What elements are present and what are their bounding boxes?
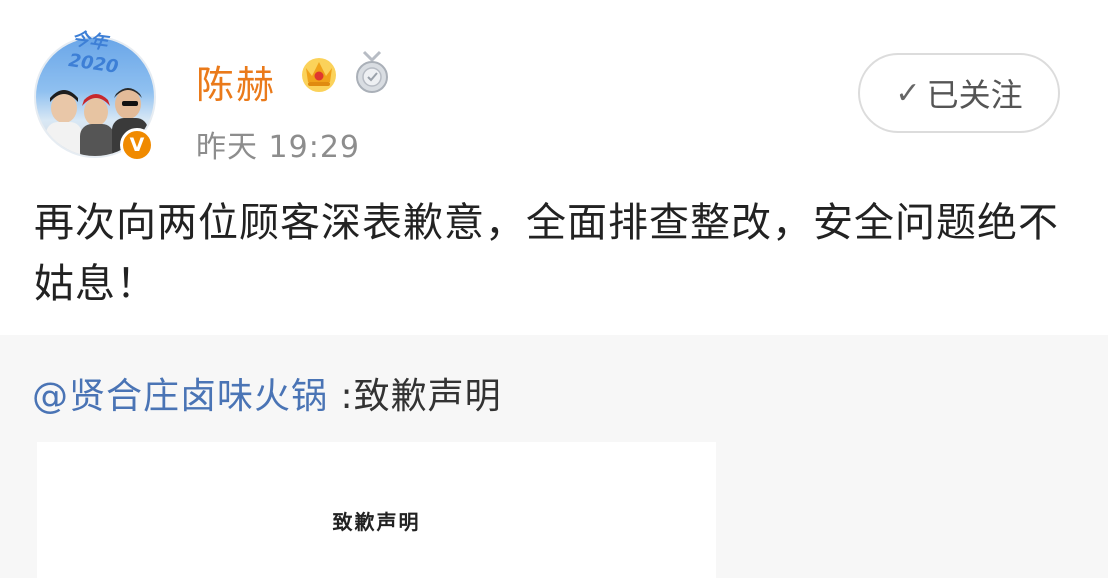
- crown-icon: [298, 52, 340, 94]
- mention-link[interactable]: @贤合庄卤味火锅: [32, 376, 328, 417]
- verified-badge-icon: V: [120, 128, 154, 162]
- medal-icon: [352, 50, 392, 96]
- post-body-text: 再次向两位顾客深表歉意，全面排查整改，安全问题绝不姑息！: [34, 200, 1059, 307]
- author-avatar[interactable]: 今年2020 V: [34, 28, 156, 162]
- post-timestamp: 昨天 19:29: [196, 130, 360, 165]
- repost-title: :致歉声明: [328, 376, 502, 417]
- checkmark-icon: ✓: [895, 75, 921, 111]
- document-title: 致歉声明: [332, 510, 421, 534]
- author-name[interactable]: 陈赫: [196, 54, 276, 109]
- follow-button[interactable]: ✓ 已关注: [858, 53, 1060, 133]
- repost-image[interactable]: 致歉声明: [37, 442, 716, 578]
- follow-button-label: 已关注: [926, 76, 1023, 114]
- weibo-post: 今年2020 V 陈赫 昨天 19:29 ✓ 已关注 再次向两位顾客深表歉意，全…: [0, 0, 1108, 335]
- reposted-content[interactable]: @贤合庄卤味火锅 :致歉声明 致歉声明: [0, 335, 1108, 578]
- repost-source: @贤合庄卤味火锅 :致歉声明: [32, 367, 502, 419]
